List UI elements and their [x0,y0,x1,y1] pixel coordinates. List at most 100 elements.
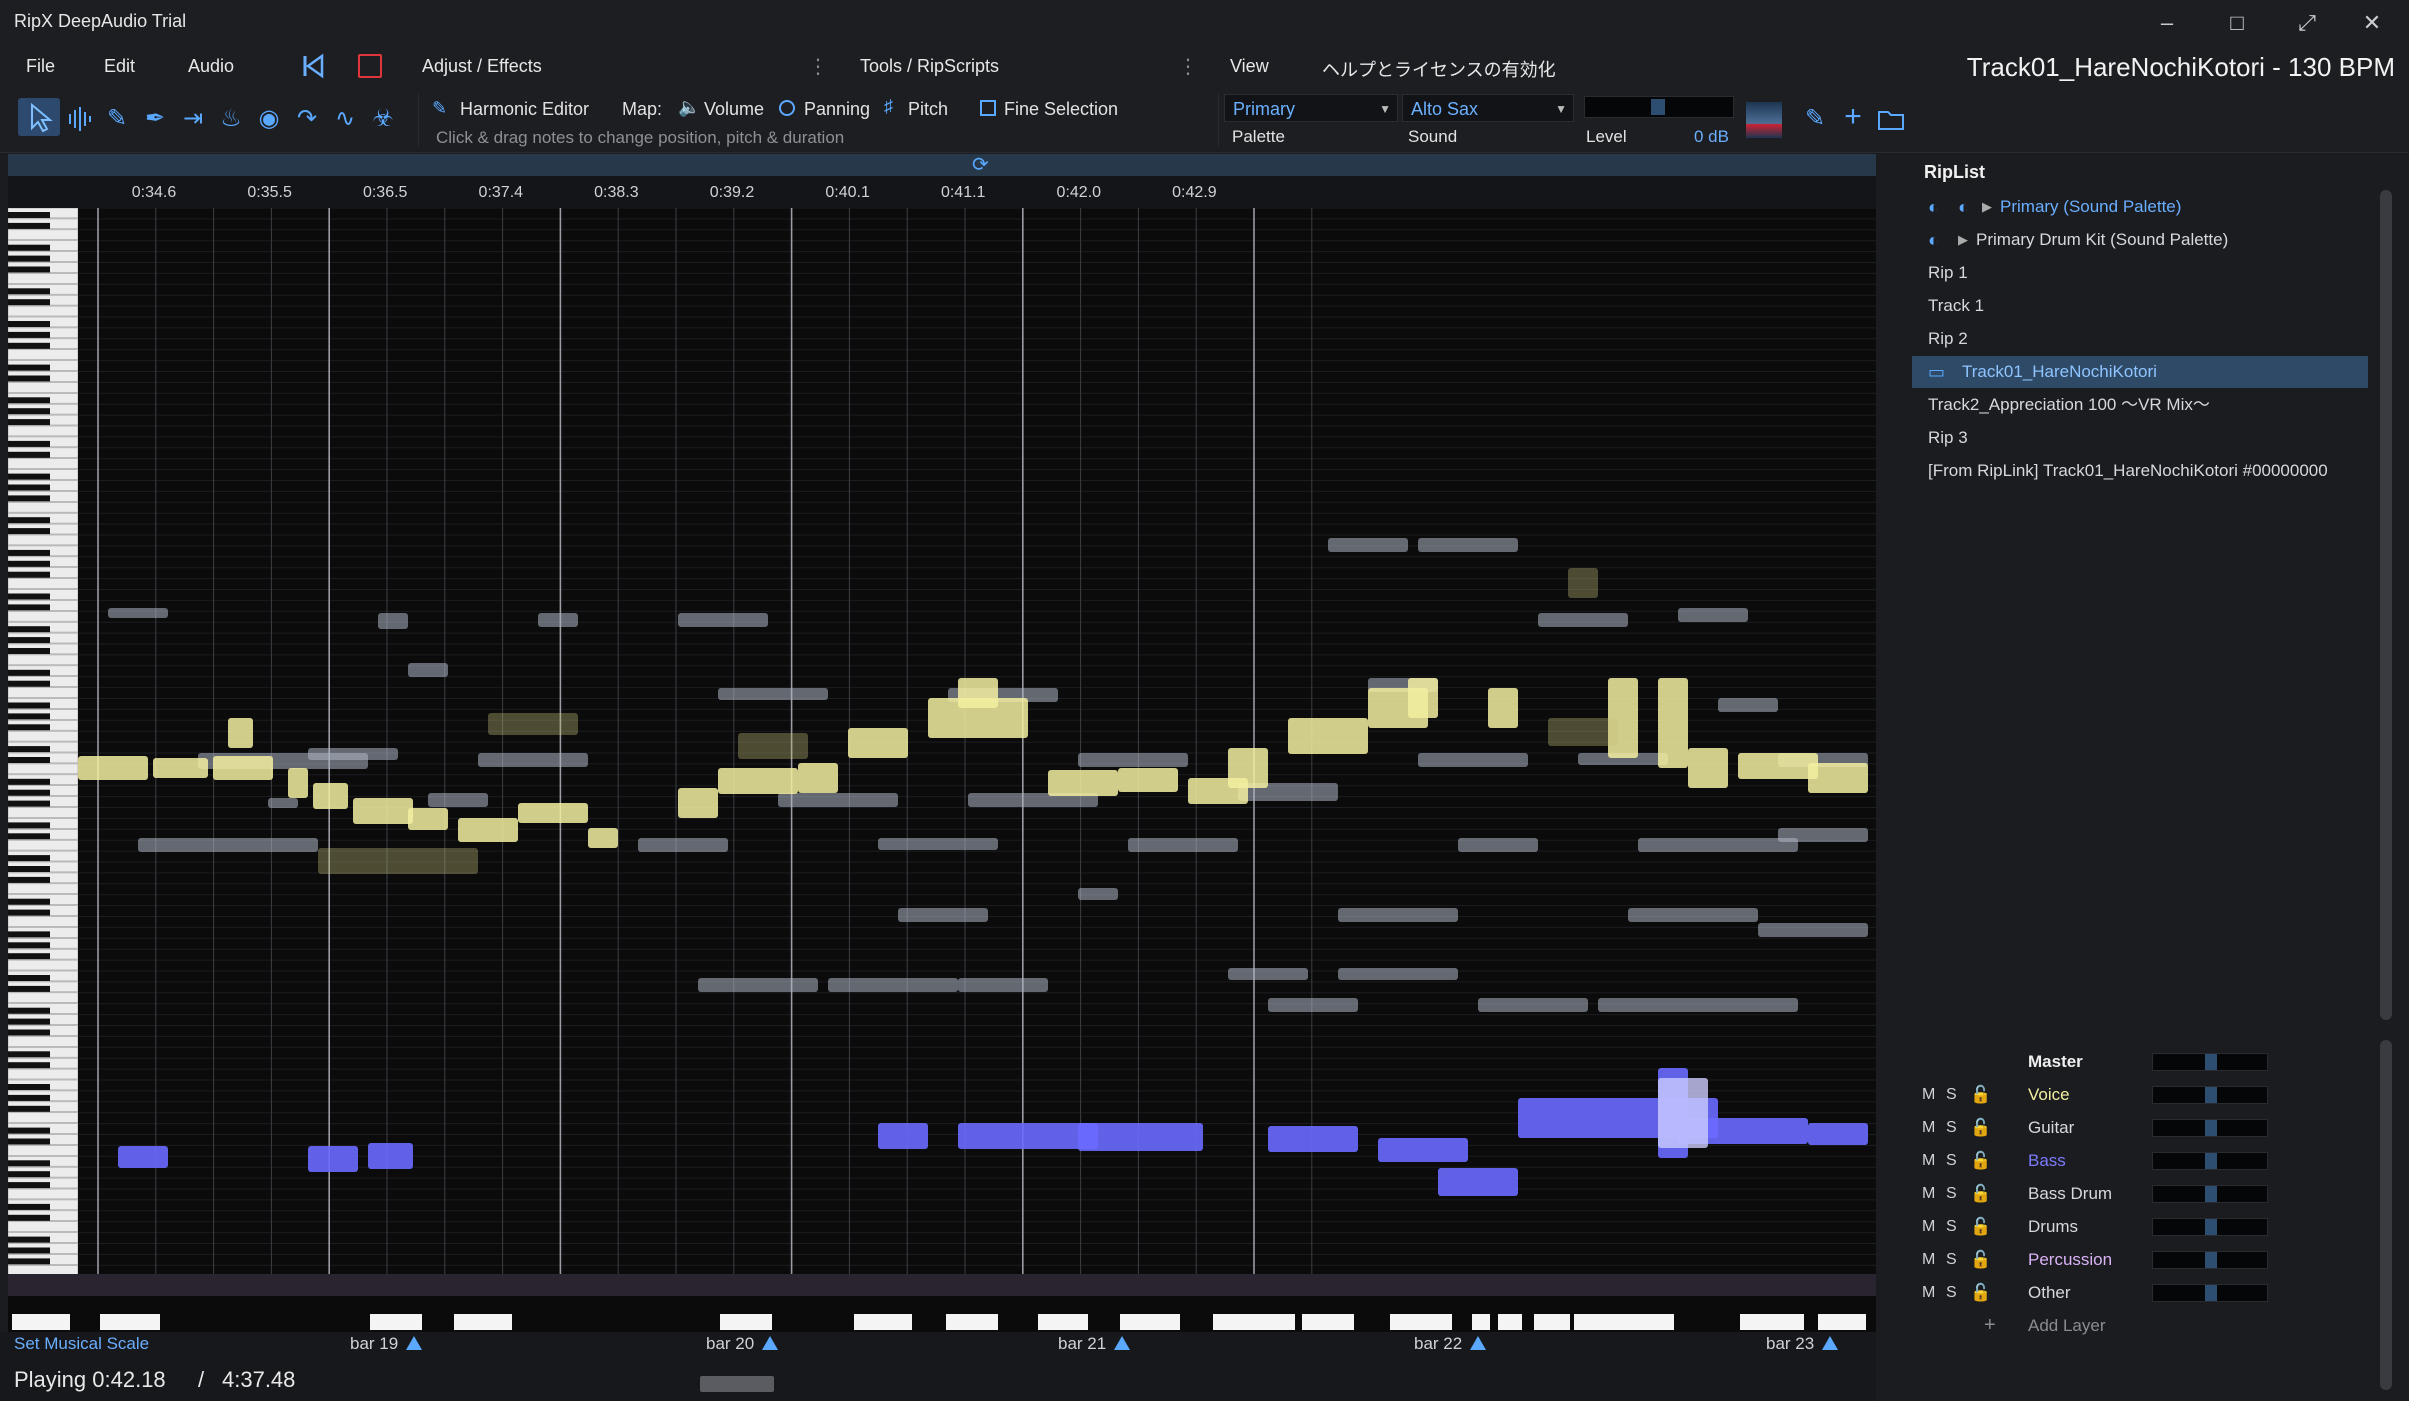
fill-bucket-icon[interactable]: ♨ [216,104,246,134]
guitar-note[interactable] [478,753,588,767]
maximize-icon[interactable]: □ [2220,8,2254,38]
riplist-item[interactable]: Rip 2 [1912,323,2368,355]
mute-button[interactable]: M [1922,1276,1935,1309]
edit-icon[interactable]: ✎ [432,98,447,119]
add-icon[interactable]: + [1838,102,1868,132]
horizontal-scrollbar-thumb[interactable] [700,1376,774,1392]
stamp-icon[interactable]: ☣ [368,104,398,134]
master-fader[interactable] [2152,1053,2268,1071]
level-slider-knob[interactable] [1651,99,1665,115]
guitar-note[interactable] [1128,838,1238,852]
note-grid[interactable] [78,207,1876,1283]
piano-keyboard[interactable] [8,207,79,1287]
menu-audio[interactable]: Audio [188,56,234,77]
wave-tool-icon[interactable]: ∿ [330,104,360,134]
bar-marker-icon[interactable] [406,1336,422,1350]
menu-file[interactable]: File [26,56,55,77]
lock-icon[interactable]: 🔓 [1970,1144,1991,1177]
voice-note[interactable] [1738,753,1818,779]
bar-marker-icon[interactable] [1114,1336,1130,1350]
bass-note[interactable] [1658,1078,1708,1148]
fader-knob[interactable] [2205,1186,2217,1202]
brush-icon[interactable]: ✒ [140,104,170,134]
set-musical-scale-link[interactable]: Set Musical Scale [14,1334,149,1354]
solo-button[interactable]: S [1946,1243,1957,1276]
pencil-icon[interactable]: ✎ [102,104,132,134]
bass-note[interactable] [1078,1123,1203,1151]
solo-button[interactable]: S [1946,1210,1957,1243]
bass-note[interactable] [368,1143,413,1169]
pencil-icon[interactable]: ✎ [1800,104,1830,134]
voice-note[interactable] [408,808,448,830]
riplist-item[interactable]: Track2_Appreciation 100 ～VR Mix～ [1912,389,2368,421]
guitar-note[interactable] [1638,838,1798,852]
harmonics-tool-icon[interactable] [66,104,96,134]
mute-button[interactable]: M [1922,1111,1935,1144]
voice-note[interactable] [848,728,908,758]
voice-note[interactable] [488,713,578,735]
level-slider[interactable] [1584,96,1734,118]
layer-name[interactable]: Other [2028,1276,2071,1309]
bar-marker-icon[interactable] [1822,1336,1838,1350]
guitar-note[interactable] [778,793,898,807]
guitar-note[interactable] [1338,968,1458,980]
bend-tool-icon[interactable]: ↷ [292,104,322,134]
riplist-item[interactable]: Rip 1 [1912,257,2368,289]
add-layer-row[interactable]: + Add Layer [1912,1309,2372,1342]
layer-name[interactable]: Bass [2028,1144,2066,1177]
chevron-right-icon[interactable]: ▶ [1982,191,1992,223]
voice-note[interactable] [958,678,998,708]
guitar-note[interactable] [1328,538,1408,552]
voice-note[interactable] [1118,768,1178,792]
layer-fader[interactable] [2152,1152,2268,1170]
palette-icon[interactable]: ◐ [1928,224,1939,256]
voice-note[interactable] [1688,748,1728,788]
more-icon[interactable]: ⋮ [808,54,828,79]
camera-icon[interactable]: ◉ [254,104,284,134]
layer-name[interactable]: Guitar [2028,1111,2074,1144]
lock-icon[interactable]: 🔓 [1970,1177,1991,1210]
guitar-note[interactable] [138,838,318,852]
select-tool-button[interactable] [18,98,60,136]
layer-name[interactable]: Percussion [2028,1243,2112,1276]
guitar-note[interactable] [1228,968,1308,980]
mute-button[interactable]: M [1922,1144,1935,1177]
mute-button[interactable]: M [1922,1210,1935,1243]
add-layer-button[interactable]: Add Layer [2028,1309,2106,1342]
menu-help-license[interactable]: ヘルプとライセンスの有効化 [1322,56,1556,82]
voice-note[interactable] [738,733,808,759]
menu-edit[interactable]: Edit [104,56,135,77]
guitar-note[interactable] [1718,698,1778,712]
guitar-note[interactable] [698,978,818,992]
fader-knob[interactable] [2205,1120,2217,1136]
riplist-scrollbar[interactable] [2380,190,2392,1020]
solo-button[interactable]: S [1946,1276,1957,1309]
voice-note[interactable] [1488,688,1518,728]
fine-selection-checkbox[interactable] [980,100,996,116]
lock-icon[interactable]: 🔓 [1970,1243,1991,1276]
voice-note[interactable] [228,718,253,748]
voice-note[interactable] [588,828,618,848]
guitar-note[interactable] [538,613,578,627]
layer-name[interactable]: Voice [2028,1078,2070,1111]
more-icon[interactable]: ⋮ [1178,54,1198,79]
guitar-note[interactable] [828,978,958,992]
voice-note[interactable] [1658,678,1688,768]
lock-icon[interactable]: 🔓 [1970,1111,1991,1144]
voice-note[interactable] [153,758,208,778]
fader-knob[interactable] [2205,1054,2217,1070]
guitar-note[interactable] [1628,908,1758,922]
mute-button[interactable]: M [1922,1078,1935,1111]
bar-ruler[interactable]: Set Musical Scale bar 19 bar 20 bar 21 bar … [0,1332,1876,1358]
voice-note[interactable] [1568,568,1598,598]
harmonic-editor-canvas[interactable]: ⟳ 0:34.6 0:35.5 0:36.5 0:37.4 0:38.3 0:39.2 0:… [8,154,1876,1332]
add-layer-icon[interactable]: + [1984,1309,1996,1342]
minimize-icon[interactable]: – [2150,8,2184,38]
loop-bar[interactable]: ⟳ [8,154,1876,176]
guitar-note[interactable] [1778,828,1868,842]
layer-name[interactable]: Drums [2028,1210,2078,1243]
mixer-scrollbar[interactable] [2380,1040,2392,1390]
fullscreen-icon[interactable]: ⤢ [2290,8,2324,38]
layer-name[interactable]: Bass Drum [2028,1177,2112,1210]
voice-note[interactable] [353,798,413,824]
